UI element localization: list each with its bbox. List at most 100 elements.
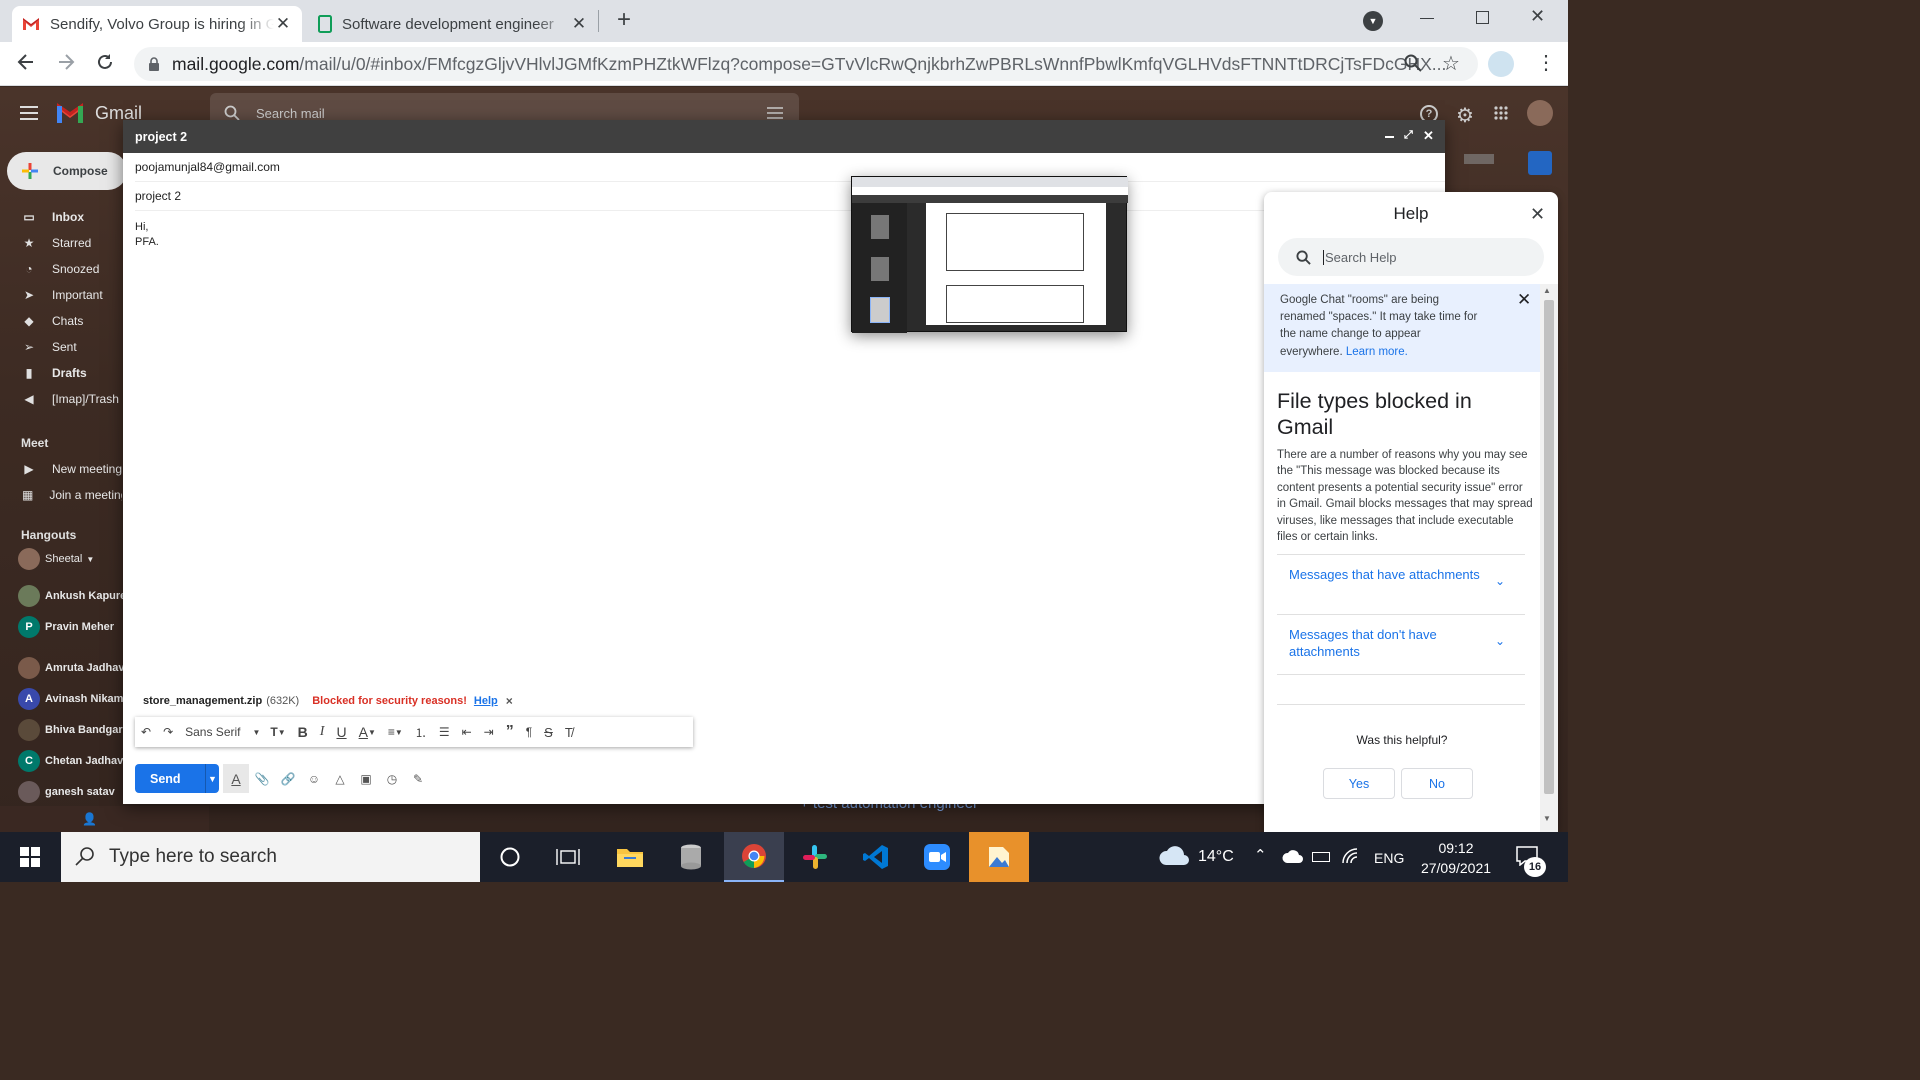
emoji-icon[interactable]: ☺ (301, 764, 327, 793)
send-options-icon[interactable]: ▼ (205, 764, 219, 793)
insert-photo-icon[interactable]: ▣ (353, 764, 379, 793)
insert-link-icon[interactable]: 🔗 (275, 764, 301, 793)
align-icon[interactable]: ≡ ▼ (382, 717, 409, 747)
sidebar-item-important[interactable]: ➤ Important (0, 282, 122, 308)
learn-more-link[interactable]: Learn more. (1346, 346, 1408, 358)
bulleted-list-icon[interactable]: ☰ (433, 717, 456, 747)
language-indicator[interactable]: ENG (1374, 850, 1404, 866)
attachment-name[interactable]: store_management.zip (143, 695, 262, 707)
sidebar-item-starred[interactable]: ★ Starred (0, 230, 122, 256)
italic-icon[interactable]: I (314, 717, 331, 747)
signature-icon[interactable]: ✎ (405, 764, 431, 793)
taskbar-search-box[interactable]: Type here to search (61, 832, 480, 882)
helpful-no-button[interactable]: No (1401, 768, 1473, 799)
accordion-no-attachments[interactable]: Messages that don't have attachments ⌄ (1277, 614, 1525, 674)
undo-icon[interactable]: ↶ (135, 717, 157, 747)
contact-item[interactable]: Bhiva Bandgar (18, 718, 123, 742)
minimize-icon[interactable] (1385, 136, 1394, 138)
font-size-icon[interactable]: T ▼ (264, 717, 291, 747)
vscode-icon[interactable] (846, 832, 906, 882)
bookmark-star-icon[interactable]: ☆ (1442, 51, 1460, 76)
close-banner-icon[interactable]: ✕ (1517, 290, 1531, 310)
reload-icon[interactable] (95, 52, 115, 72)
settings-gear-icon[interactable]: ⚙ (1456, 103, 1474, 128)
sidebar-item-sent[interactable]: ➢ Sent (0, 334, 122, 360)
back-icon[interactable] (16, 52, 36, 72)
windows-start-icon[interactable] (0, 832, 60, 882)
hangouts-self[interactable]: Sheetal ▼ (18, 547, 94, 571)
meet-new-meeting[interactable]: ▶ New meeting (0, 456, 122, 482)
formatting-options-icon[interactable]: A (223, 764, 249, 793)
contact-item[interactable]: Ankush Kapure (18, 584, 126, 608)
browser-tab-sheets[interactable]: Software development engineer ✕ (308, 6, 598, 42)
sidebar-item-chats[interactable]: ◆ Chats (0, 308, 122, 334)
apps-grid-icon[interactable] (1494, 106, 1508, 120)
numbered-list-icon[interactable]: ⒈ (409, 717, 433, 747)
zoom-icon[interactable] (1404, 54, 1422, 72)
minimize-icon[interactable] (1420, 18, 1434, 19)
battery-icon[interactable] (1312, 852, 1330, 862)
search-input[interactable]: Search mail (256, 106, 325, 121)
side-panel-icon[interactable] (1528, 151, 1552, 175)
account-avatar[interactable] (1527, 100, 1553, 126)
remove-formatting-icon[interactable]: T̸ (559, 717, 579, 747)
close-tab-icon[interactable]: ✕ (274, 14, 292, 34)
database-app-icon[interactable] (661, 832, 721, 882)
input-tools-icon[interactable] (1464, 154, 1494, 164)
contact-item[interactable]: ganesh satav (18, 780, 115, 804)
font-select[interactable]: Sans Serif ▼ (179, 717, 264, 747)
zoom-app-icon[interactable] (907, 832, 967, 882)
clock[interactable]: 09:12 27/09/2021 (1416, 838, 1496, 878)
screenshot-thumbnail[interactable] (851, 176, 1128, 333)
bold-icon[interactable]: B (292, 717, 314, 747)
help-search-input[interactable]: Search Help (1278, 238, 1544, 276)
browser-menu-icon[interactable]: ⋮ (1536, 50, 1556, 76)
expand-icon[interactable]: ⤢ (1404, 129, 1413, 142)
helpful-yes-button[interactable]: Yes (1323, 768, 1395, 799)
help-link[interactable]: Help (474, 695, 498, 707)
chrome-taskbar-icon[interactable] (724, 832, 784, 882)
address-bar[interactable]: mail.google.com/mail/u/0/#inbox/FMfcgzGl… (134, 47, 1478, 81)
contact-item[interactable]: A Avinash Nikam (18, 687, 123, 711)
weather-cloud-icon[interactable] (1158, 846, 1190, 866)
redo-icon[interactable]: ↷ (157, 717, 179, 747)
attach-file-icon[interactable]: 📎 (249, 764, 275, 793)
photos-app-icon[interactable] (969, 832, 1029, 882)
browser-tab-gmail[interactable]: Sendify, Volvo Group is hiring in Go ✕ (12, 6, 302, 42)
sidebar-item-drafts[interactable]: ▮ Drafts (0, 360, 122, 386)
contact-item[interactable]: C Chetan Jadhav (18, 749, 123, 773)
paragraph-icon[interactable]: ¶ (520, 717, 538, 747)
meet-join-meeting[interactable]: ▦ Join a meeting (0, 482, 122, 508)
quote-icon[interactable]: ” (500, 717, 520, 747)
sidebar-item-trash[interactable]: ◀ [Imap]/Trash (0, 386, 122, 412)
contact-item[interactable]: P Pravin Meher (18, 615, 114, 639)
close-help-icon[interactable]: ✕ (1530, 204, 1545, 225)
tab-search-icon[interactable]: ▼ (1363, 11, 1383, 31)
search-options-icon[interactable] (767, 106, 783, 120)
indent-less-icon[interactable]: ⇤ (456, 717, 478, 747)
show-hidden-icons-icon[interactable]: ⌃ (1254, 846, 1267, 864)
close-icon[interactable]: ✕ (1423, 128, 1434, 144)
compose-header[interactable]: project 2 ⤢ ✕ (123, 120, 1445, 153)
temperature-text[interactable]: 14°C (1198, 848, 1234, 866)
scrollbar[interactable]: ▲ ▼ (1540, 284, 1558, 832)
drive-icon[interactable]: △ (327, 764, 353, 793)
to-field[interactable]: poojamunjal84@gmail.com (135, 153, 1445, 182)
confidential-mode-icon[interactable]: ◷ (379, 764, 405, 793)
new-tab-icon[interactable]: + (612, 8, 636, 32)
underline-icon[interactable]: U (330, 717, 352, 747)
forward-icon[interactable] (56, 52, 76, 72)
person-icon[interactable]: 👤 (82, 812, 97, 826)
restore-icon[interactable] (1476, 11, 1489, 24)
close-window-icon[interactable]: ✕ (1530, 6, 1545, 27)
subject-field[interactable]: project 2 (135, 182, 1445, 211)
onedrive-icon[interactable] (1282, 848, 1304, 864)
contact-item[interactable]: Amruta Jadhav (18, 656, 124, 680)
profile-avatar[interactable] (1488, 51, 1514, 77)
scrollbar-thumb[interactable] (1544, 300, 1554, 794)
message-body[interactable]: Hi, PFA. (135, 220, 159, 250)
scroll-up-icon[interactable]: ▲ (1543, 286, 1551, 295)
cortana-icon[interactable] (480, 832, 540, 882)
indent-more-icon[interactable]: ⇥ (478, 717, 500, 747)
task-view-icon[interactable] (538, 832, 598, 882)
